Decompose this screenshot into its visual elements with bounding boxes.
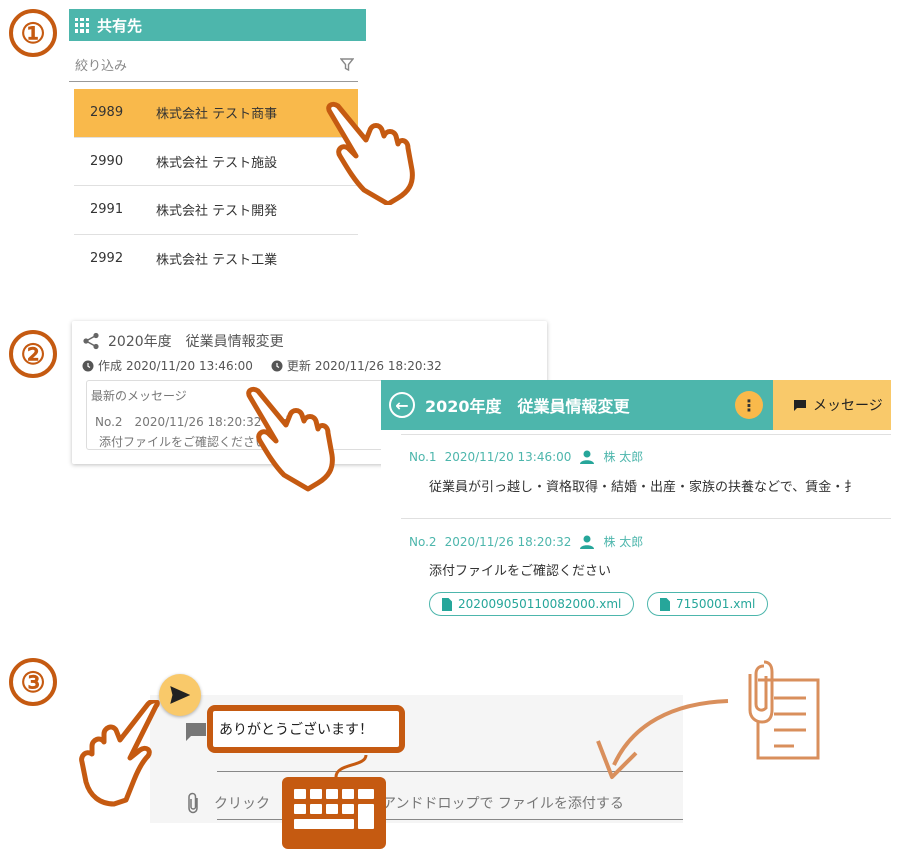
share-list-row-2991[interactable]: 2991 株式会社 テスト開発 — [74, 186, 358, 235]
row-id: 2992 — [90, 251, 124, 267]
filter-placeholder: 絞り込み — [75, 59, 128, 74]
row-id: 2991 — [90, 202, 124, 218]
filter-input[interactable]: 絞り込み — [69, 48, 358, 82]
pointing-hand-icon — [79, 700, 160, 807]
attachment-name: 202009050110082000.xml — [458, 597, 622, 611]
message-author: 株 太郎 — [603, 535, 644, 549]
message-1-header: No.1 2020/11/20 13:46:00 株 太郎 — [409, 448, 643, 465]
message-2-header: No.2 2020/11/26 18:20:32 株 太郎 — [409, 533, 643, 550]
clock-icon — [271, 360, 283, 371]
latest-message-box: 最新のメッセージ No.2 2020/11/26 18:20:32 株 太郎 添… — [86, 380, 386, 450]
card-title: 2020年度 従業員情報変更 — [108, 334, 284, 350]
connector-line — [334, 754, 368, 778]
message-datetime: 2020/11/26 18:20:32 — [444, 534, 572, 549]
thread-detail-panel: ← 2020年度 従業員情報変更 ⋮ メッセージ No.1 2020/11/20… — [381, 380, 891, 622]
detail-header: ← 2020年度 従業員情報変更 — [381, 380, 773, 430]
more-menu-button[interactable]: ⋮ — [735, 391, 763, 419]
attachment-chip[interactable]: 202009050110082000.xml — [429, 592, 635, 616]
building-icon — [75, 17, 89, 33]
message-no: No.1 — [409, 449, 437, 464]
file-icon — [660, 597, 670, 611]
share-list-row-2992[interactable]: 2992 株式会社 テスト工業 — [74, 235, 358, 284]
message-input[interactable]: ありがとうございます！ — [207, 705, 405, 753]
attach-hint: クリック グアンドドロップで ファイルを添付する — [214, 796, 624, 812]
card-meta: 作成 2020/11/20 13:46:00 更新 2020/11/26 18:… — [82, 357, 442, 374]
message-icon — [186, 723, 206, 741]
created-label: 作成 — [98, 359, 123, 373]
attachment-chip[interactable]: 7150001.xml — [647, 592, 769, 616]
pointing-hand-icon — [246, 386, 335, 492]
share-panel-header: 共有先 — [69, 9, 366, 41]
row-name: 株式会社 テスト商事 — [156, 107, 278, 123]
detail-title: 2020年度 従業員情報変更 — [425, 397, 630, 416]
row-name: 株式会社 テスト施設 — [156, 155, 278, 171]
updated-label: 更新 — [286, 359, 311, 373]
row-name: 株式会社 テスト開発 — [156, 204, 278, 220]
send-button[interactable] — [159, 674, 201, 716]
message-datetime: 2020/11/20 13:46:00 — [444, 449, 572, 464]
paperclip-icon — [188, 792, 198, 814]
share-panel-title: 共有先 — [97, 16, 143, 35]
created-at: 2020/11/20 13:46:00 — [126, 358, 253, 373]
pointing-hand-icon — [326, 101, 415, 205]
attachment-name: 7150001.xml — [676, 597, 756, 611]
divider — [401, 518, 891, 519]
row-id: 2990 — [90, 153, 124, 169]
row-id: 2989 — [90, 105, 124, 121]
curved-arrow-icon — [596, 699, 729, 779]
attach-dropzone[interactable]: クリック グアンドドロップで ファイルを添付する — [186, 792, 624, 814]
person-icon — [580, 450, 595, 464]
message-no: No.2 — [409, 534, 437, 549]
share-icon — [83, 332, 99, 350]
file-icon — [442, 597, 452, 611]
step-one-badge: ① — [9, 9, 57, 57]
document-attachment-icon — [748, 660, 820, 760]
send-icon — [170, 686, 190, 704]
card-title-row: 2020年度 従業員情報変更 — [82, 331, 284, 351]
share-list: 2989 株式会社 テスト商事 2990 株式会社 テスト施設 2991 株式会… — [74, 89, 358, 283]
message-author: 株 太郎 — [603, 450, 644, 464]
message-2-body: 添付ファイルをご確認ください — [429, 564, 612, 579]
step-three-badge: ③ — [9, 658, 57, 706]
step-two-badge: ② — [9, 330, 57, 378]
share-list-row-2990[interactable]: 2990 株式会社 テスト施設 — [74, 138, 358, 186]
latest-message-label: 最新のメッセージ — [91, 389, 187, 403]
row-name: 株式会社 テスト工業 — [156, 253, 278, 269]
message-1-body: 従業員が引っ越し・資格取得・結婚・出産・家族の扶養などで、賃金・扌 — [429, 480, 858, 495]
divider — [401, 434, 891, 435]
clock-icon — [82, 360, 94, 371]
share-list-row-2989[interactable]: 2989 株式会社 テスト商事 — [74, 89, 358, 138]
keyboard-icon — [282, 777, 386, 849]
updated-at: 2020/11/26 18:20:32 — [314, 358, 442, 373]
message-tab[interactable]: メッセージ — [773, 380, 891, 430]
back-arrow-icon[interactable]: ← — [389, 392, 415, 418]
person-icon — [580, 535, 595, 549]
message-input-text: ありがとうございます！ — [219, 722, 373, 738]
message-icon — [794, 399, 806, 411]
filter-icon[interactable] — [340, 57, 354, 72]
message-tab-label: メッセージ — [813, 398, 883, 414]
